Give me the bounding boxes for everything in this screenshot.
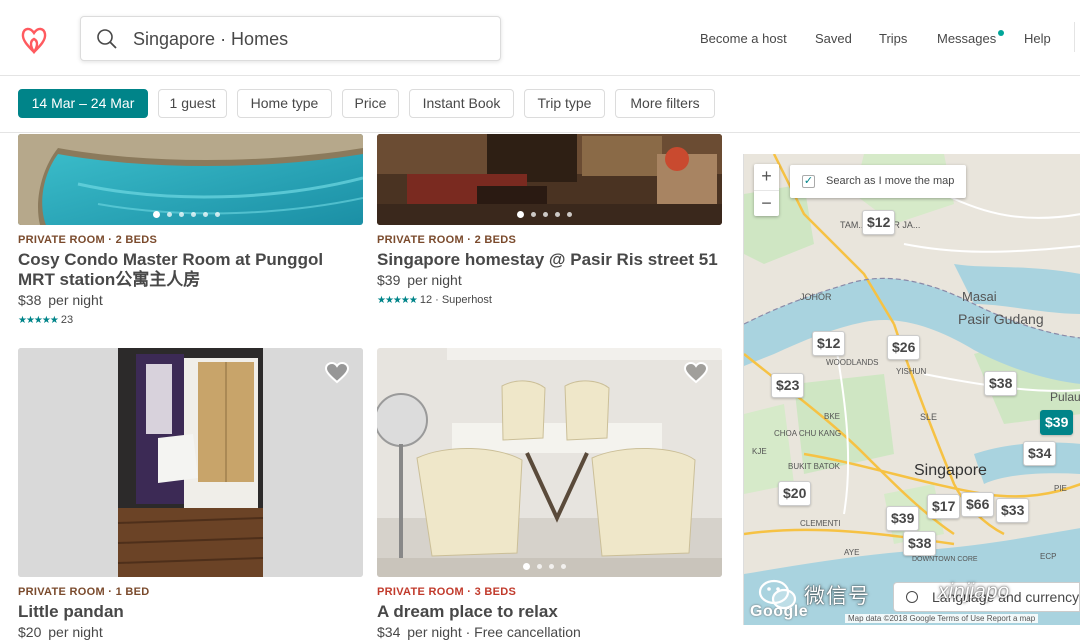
- price-pin[interactable]: $20: [778, 481, 812, 506]
- listing-rating: ★★★★★ 23: [18, 314, 74, 326]
- nav-messages[interactable]: Messages: [937, 31, 996, 46]
- map-panel[interactable]: + − ✓ Search as I move the map TAM... JO…: [743, 154, 1080, 625]
- map-label: YISHUN: [896, 367, 927, 376]
- map-label: Masai: [962, 289, 997, 304]
- photo-carousel-dots[interactable]: [523, 563, 566, 570]
- listing-title[interactable]: Cosy Condo Master Room at Punggol MRT st…: [18, 250, 358, 290]
- map-label: SLE: [920, 412, 938, 422]
- listing-photo[interactable]: [18, 348, 363, 577]
- map-label: ECP: [1040, 552, 1057, 561]
- map-label: CHOA CHU KANG: [774, 429, 842, 438]
- nav-saved[interactable]: Saved: [815, 31, 852, 46]
- price-pin[interactable]: $23: [771, 373, 805, 398]
- listing-price: $39 per night: [377, 272, 462, 288]
- price-pin[interactable]: $12: [812, 331, 846, 356]
- checkbox-checked-icon[interactable]: ✓: [802, 175, 815, 188]
- photo-carousel-dots[interactable]: [153, 211, 220, 218]
- listing-rating: ★★★★★ 12 · Superhost: [377, 294, 492, 306]
- search-as-i-move-toggle[interactable]: ✓ Search as I move the map: [790, 165, 966, 198]
- price-pin[interactable]: $34: [1023, 441, 1057, 466]
- listing-kind: PRIVATE ROOM · 3 BEDS: [377, 586, 517, 598]
- globe-icon: [906, 591, 918, 603]
- zoom-in-button[interactable]: +: [754, 164, 779, 190]
- map-zoom-controls: + −: [754, 164, 779, 216]
- listing-photo[interactable]: [377, 134, 722, 225]
- map-label: AYE: [844, 548, 860, 557]
- filter-guests-button[interactable]: 1 guest: [158, 89, 227, 118]
- price-pin[interactable]: $17: [927, 494, 961, 519]
- listing-title[interactable]: A dream place to relax: [377, 602, 722, 622]
- photo-carousel-dots[interactable]: [517, 211, 572, 218]
- map-label: BKE: [824, 412, 841, 421]
- price-pin[interactable]: $66: [961, 492, 995, 517]
- filter-bar: 14 Mar – 24 Mar 1 guest Home type Price …: [0, 77, 1080, 133]
- map-label: Singapore: [914, 462, 987, 479]
- price-pin[interactable]: $38: [984, 371, 1018, 396]
- listing-photo[interactable]: [18, 134, 363, 225]
- listing-price: $20 per night: [18, 624, 103, 640]
- bedroom-photo: [18, 348, 363, 577]
- search-bar[interactable]: Singapore · Homes: [80, 16, 501, 61]
- filter-price-button[interactable]: Price: [342, 89, 399, 118]
- filter-instant-book-button[interactable]: Instant Book: [409, 89, 514, 118]
- filter-home-type-button[interactable]: Home type: [237, 89, 332, 118]
- map-attribution[interactable]: Map data ©2018 Google Terms of Use Repor…: [845, 614, 1039, 623]
- top-header: Singapore · Homes Become a host Saved Tr…: [0, 0, 1080, 76]
- nav-help[interactable]: Help: [1024, 31, 1051, 46]
- filter-trip-type-button[interactable]: Trip type: [524, 89, 605, 118]
- map-label: KJE: [752, 447, 767, 456]
- filter-more-filters-button[interactable]: More filters: [615, 89, 715, 118]
- wechat-logo-icon: [758, 579, 797, 610]
- price-pin[interactable]: $38: [903, 531, 937, 556]
- listing-price: $34 per night · Free cancellation: [377, 624, 581, 640]
- map-label: Pasir Gudang: [958, 311, 1044, 327]
- price-pin[interactable]: $26: [887, 335, 921, 360]
- map-label: JOHOR: [800, 292, 832, 302]
- airbnb-logo-icon[interactable]: [18, 22, 50, 56]
- price-pin[interactable]: $33: [996, 498, 1030, 523]
- map-label: DOWNTOWN CORE: [912, 556, 978, 563]
- rating-stars-icon: ★★★★★: [18, 315, 59, 326]
- price-pin-selected[interactable]: $39: [1040, 410, 1074, 435]
- search-input[interactable]: Singapore · Homes: [133, 29, 288, 50]
- save-heart-icon[interactable]: [684, 362, 708, 384]
- listing-price: $38 per night: [18, 292, 103, 308]
- price-pin[interactable]: $12: [862, 210, 896, 235]
- messages-notification-dot: [998, 30, 1004, 36]
- map-label: WOODLANDS: [826, 358, 879, 367]
- map-label: PIE: [1054, 484, 1067, 493]
- save-heart-icon[interactable]: [325, 362, 349, 384]
- listing-photo[interactable]: [377, 348, 722, 577]
- nav-become-a-host[interactable]: Become a host: [700, 31, 787, 46]
- dining-room-photo: [377, 348, 722, 577]
- listing-kind: PRIVATE ROOM · 2 BEDS: [377, 234, 517, 246]
- listing-kind: PRIVATE ROOM · 2 BEDS: [18, 234, 158, 246]
- zoom-out-button[interactable]: −: [754, 190, 779, 216]
- listing-title[interactable]: Little pandan: [18, 602, 358, 622]
- listing-title[interactable]: Singapore homestay @ Pasir Ris street 51: [377, 250, 722, 270]
- map-label: Pulau: [1050, 390, 1080, 404]
- listing-kind: PRIVATE ROOM · 1 BED: [18, 586, 150, 598]
- nav-divider: [1074, 22, 1075, 52]
- rating-stars-icon: ★★★★★: [377, 295, 418, 306]
- nav-trips[interactable]: Trips: [879, 31, 907, 46]
- price-pin[interactable]: $39: [886, 506, 920, 531]
- map-label: CLEMENTI: [800, 519, 841, 528]
- map-label: BUKIT BATOK: [788, 462, 841, 471]
- filter-dates-button[interactable]: 14 Mar – 24 Mar: [18, 89, 148, 118]
- search-icon: [97, 29, 117, 49]
